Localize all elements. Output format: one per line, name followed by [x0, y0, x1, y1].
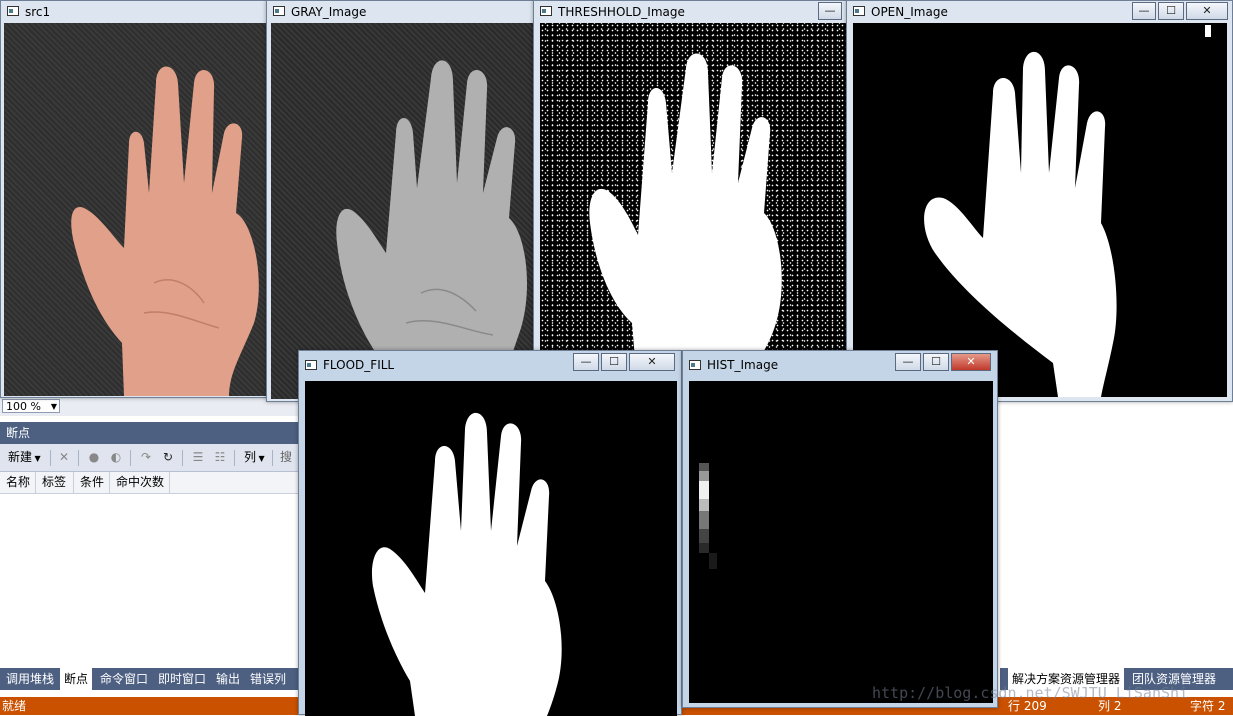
gray-image-window[interactable]: GRAY_Image: [266, 0, 536, 402]
threshold-image-titlebar[interactable]: THRESHHOLD_Image —: [534, 1, 848, 23]
toolbar-divider: [234, 450, 235, 466]
hist-image-titlebar[interactable]: HIST_Image — ☐ ✕: [683, 351, 997, 379]
tab-error-list[interactable]: 错误列表: [246, 668, 300, 708]
hist-image-window[interactable]: HIST_Image — ☐ ✕: [682, 350, 998, 708]
window-icon: [540, 6, 552, 16]
import-icon[interactable]: ☰: [190, 449, 206, 465]
histogram-plot: [699, 463, 717, 569]
open-image-titlebar[interactable]: OPEN_Image — ☐ ✕: [847, 1, 1232, 23]
status-char: 字符 2: [1190, 699, 1226, 713]
src1-image: [4, 23, 266, 396]
flood-fill-window[interactable]: FLOOD_FILL — ☐ ✕: [298, 350, 682, 716]
window-icon: [7, 6, 19, 16]
columns-button-label: 列: [244, 450, 257, 464]
zoom-select[interactable]: 100 % ▼: [2, 399, 60, 413]
bottom-tab-strip: 调用堆栈 断点 命令窗口 即时窗口 输出 错误列表: [0, 668, 300, 708]
breakpoints-column-header: 名称 标签 条件 命中次数: [0, 472, 300, 494]
columns-button[interactable]: 列 ▼: [244, 449, 265, 467]
go-to-disassembly-icon[interactable]: ↻: [160, 449, 176, 465]
chevron-down-icon: ▼: [50, 402, 57, 411]
close-button[interactable]: ✕: [951, 353, 991, 371]
status-ready: 就绪: [2, 699, 27, 713]
tab-call-stack[interactable]: 调用堆栈: [2, 668, 58, 690]
gray-image-titlebar[interactable]: GRAY_Image: [267, 1, 535, 23]
breakpoints-toolbar: 新建 ▼ ✕ ● ◐ ↷ ↻ ☰ ☷ 列 ▼ 搜: [0, 444, 300, 472]
new-button[interactable]: 新建 ▼: [8, 449, 41, 467]
window-title: OPEN_Image: [871, 5, 948, 19]
maximize-button[interactable]: ☐: [601, 353, 627, 371]
breakpoints-panel-title: 断点: [0, 422, 300, 444]
column-hit-count[interactable]: 命中次数: [110, 472, 170, 493]
chevron-down-icon: ▼: [256, 454, 265, 463]
window-icon: [305, 360, 317, 370]
hist-image: [689, 381, 993, 703]
minimize-button[interactable]: —: [1132, 2, 1156, 20]
tab-immediate-window[interactable]: 即时窗口: [154, 668, 210, 690]
minimize-button[interactable]: —: [573, 353, 599, 371]
maximize-button[interactable]: ☐: [1158, 2, 1184, 20]
window-icon: [689, 360, 701, 370]
close-button[interactable]: ✕: [629, 353, 675, 371]
hand-threshold-mask: [589, 53, 782, 359]
hand-flood-fill-mask: [371, 412, 562, 716]
column-label[interactable]: 标签: [36, 472, 74, 493]
window-icon: [853, 6, 865, 16]
threshold-image: [540, 23, 846, 359]
threshold-image-window[interactable]: THRESHHOLD_Image —: [533, 0, 849, 360]
window-icon: [273, 6, 285, 16]
toolbar-divider: [78, 450, 79, 466]
disable-breakpoints-icon[interactable]: ◐: [108, 449, 124, 465]
hand-opened-mask: [924, 25, 1211, 397]
column-condition[interactable]: 条件: [74, 472, 110, 493]
toolbar-divider: [272, 450, 273, 466]
src1-window[interactable]: src1: [0, 0, 268, 398]
watermark: http://blog.csdn.net/SWJTU_LiSanShi: [872, 684, 1189, 702]
window-title: src1: [25, 5, 51, 19]
toolbar-divider: [182, 450, 183, 466]
hand-photo-color: [71, 66, 259, 396]
flood-fill-titlebar[interactable]: FLOOD_FILL — ☐ ✕: [299, 351, 681, 379]
close-button[interactable]: ✕: [1186, 2, 1228, 20]
tab-output[interactable]: 输出: [212, 668, 244, 690]
minimize-button[interactable]: —: [818, 2, 842, 20]
go-to-source-icon[interactable]: ↷: [138, 449, 154, 465]
open-image-window[interactable]: OPEN_Image — ☐ ✕: [846, 0, 1233, 402]
window-title: GRAY_Image: [291, 5, 367, 19]
column-name[interactable]: 名称: [0, 472, 36, 493]
window-title: THRESHHOLD_Image: [558, 5, 685, 19]
toolbar-divider: [130, 450, 131, 466]
tab-command-window[interactable]: 命令窗口: [96, 668, 152, 690]
tab-breakpoints[interactable]: 断点: [60, 668, 93, 690]
window-title: HIST_Image: [707, 358, 779, 372]
delete-icon[interactable]: ✕: [56, 449, 72, 465]
zoom-value: 100 %: [6, 400, 41, 413]
open-image: [853, 23, 1227, 397]
search-label[interactable]: 搜: [280, 449, 292, 465]
src1-titlebar[interactable]: src1: [1, 1, 267, 23]
hand-photo-gray: [336, 60, 528, 399]
maximize-button[interactable]: ☐: [923, 353, 949, 371]
breakpoints-list: [0, 494, 300, 668]
delete-all-breakpoints-icon[interactable]: ●: [86, 449, 102, 465]
toolbar-divider: [50, 450, 51, 466]
gray-image: [271, 23, 533, 399]
export-icon[interactable]: ☷: [212, 449, 228, 465]
minimize-button[interactable]: —: [895, 353, 921, 371]
new-button-label: 新建: [8, 450, 33, 464]
window-title: FLOOD_FILL: [323, 358, 395, 372]
flood-fill-image: [305, 381, 677, 716]
chevron-down-icon: ▼: [32, 454, 41, 463]
